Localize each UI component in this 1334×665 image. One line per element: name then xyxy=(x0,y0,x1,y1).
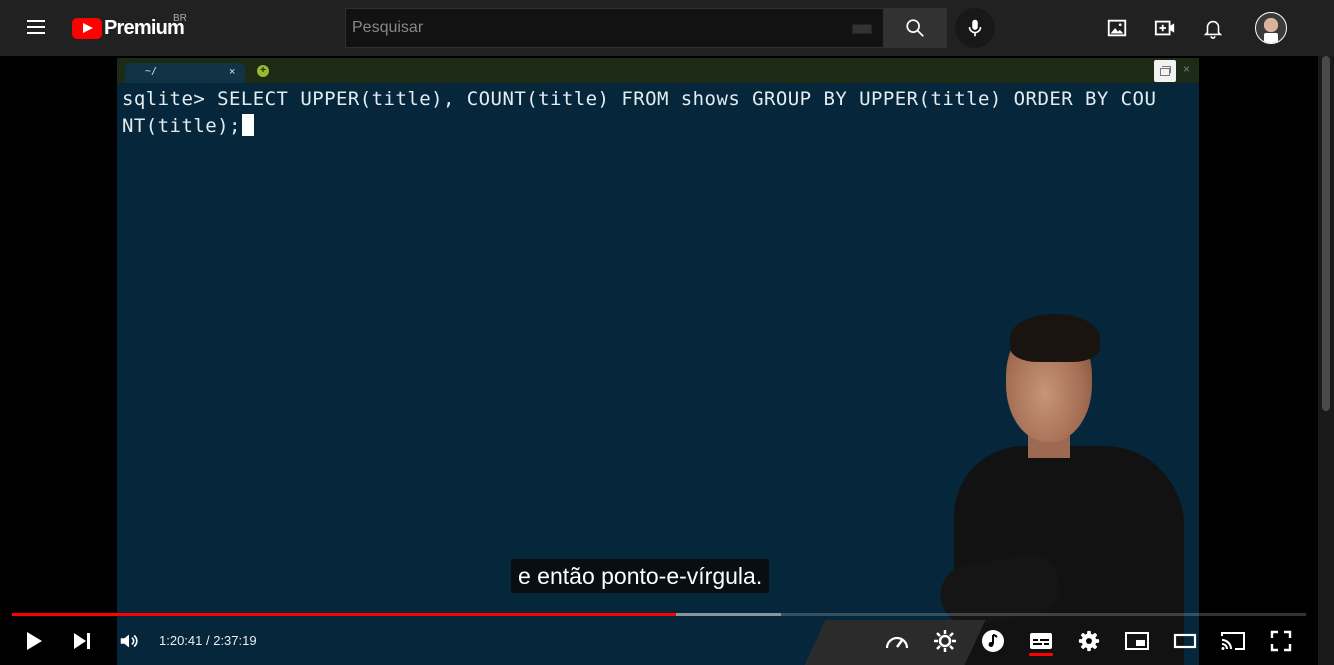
play-button[interactable] xyxy=(16,625,52,657)
keyboard-icon[interactable] xyxy=(852,24,872,34)
volume-button[interactable] xyxy=(111,625,147,657)
create-post-icon[interactable] xyxy=(1105,16,1129,40)
country-code: BR xyxy=(173,13,187,24)
presenter-figure xyxy=(935,310,1200,665)
subtitle-caption: e então ponto-e-vírgula. xyxy=(511,559,770,593)
next-button[interactable] xyxy=(64,625,100,657)
music-note-icon xyxy=(982,630,1004,652)
play-icon xyxy=(27,632,42,650)
terminal-tab-label: ~/ xyxy=(145,66,158,77)
theater-mode-icon xyxy=(1173,633,1197,649)
speedometer-icon xyxy=(885,636,909,649)
cast-icon xyxy=(1221,632,1245,650)
skip-next-icon xyxy=(74,633,90,649)
cast-button[interactable] xyxy=(1215,625,1251,657)
progress-bar[interactable] xyxy=(12,613,1306,617)
search-button[interactable] xyxy=(883,8,947,48)
create-video-icon[interactable] xyxy=(1153,16,1177,40)
avatar[interactable] xyxy=(1255,12,1287,44)
fullscreen-button[interactable] xyxy=(1263,625,1299,657)
logo-text: Premium xyxy=(104,17,185,39)
miniplayer-button[interactable] xyxy=(1119,625,1155,657)
presenter-hair xyxy=(1010,314,1100,362)
menu-icon[interactable] xyxy=(24,16,48,40)
miniplayer-icon xyxy=(1125,632,1149,650)
scrollbar-thumb[interactable] xyxy=(1322,56,1330,411)
youtube-logo-icon xyxy=(72,18,102,39)
search-icon xyxy=(906,19,924,37)
terminal-tab-close-icon: × xyxy=(229,66,236,78)
fullscreen-icon xyxy=(1270,630,1292,652)
youtube-premium-logo[interactable]: Premium xyxy=(72,17,185,40)
gear-icon xyxy=(1078,630,1100,652)
settings-button[interactable] xyxy=(1071,625,1107,657)
subtitles-icon xyxy=(1030,633,1052,649)
theater-mode-button[interactable] xyxy=(1167,625,1203,657)
volume-icon xyxy=(120,634,138,648)
subtitles-active-indicator xyxy=(1029,653,1053,656)
terminal-line-1: sqlite> SELECT UPPER(title), COUNT(title… xyxy=(122,88,1157,110)
terminal-new-tab-icon: + xyxy=(257,65,269,77)
terminal-close-icon: × xyxy=(1183,62,1191,76)
progress-played xyxy=(12,613,676,616)
microphone-icon xyxy=(968,19,982,37)
terminal-line-2-text: NT(title); xyxy=(122,115,241,137)
search-input[interactable] xyxy=(352,19,832,37)
terminal-tab-bar: ~/ × + × xyxy=(117,58,1199,83)
sun-gear-icon xyxy=(934,630,956,652)
extension-settings-button[interactable] xyxy=(927,625,963,657)
voice-search-button[interactable] xyxy=(955,8,995,48)
search-box xyxy=(345,8,884,48)
terminal-line-2: NT(title); xyxy=(122,114,254,137)
terminal-tab: ~/ × xyxy=(125,63,245,83)
masthead: Premium BR xyxy=(0,0,1334,56)
time-display: 1:20:41 / 2:37:19 xyxy=(159,633,257,648)
playback-speed-button[interactable] xyxy=(879,625,915,657)
audio-button[interactable] xyxy=(975,625,1011,657)
page-scrollbar[interactable] xyxy=(1318,56,1334,665)
notifications-bell-icon[interactable] xyxy=(1201,16,1225,40)
terminal-cursor xyxy=(241,114,254,136)
terminal-restore-icon xyxy=(1154,60,1176,82)
